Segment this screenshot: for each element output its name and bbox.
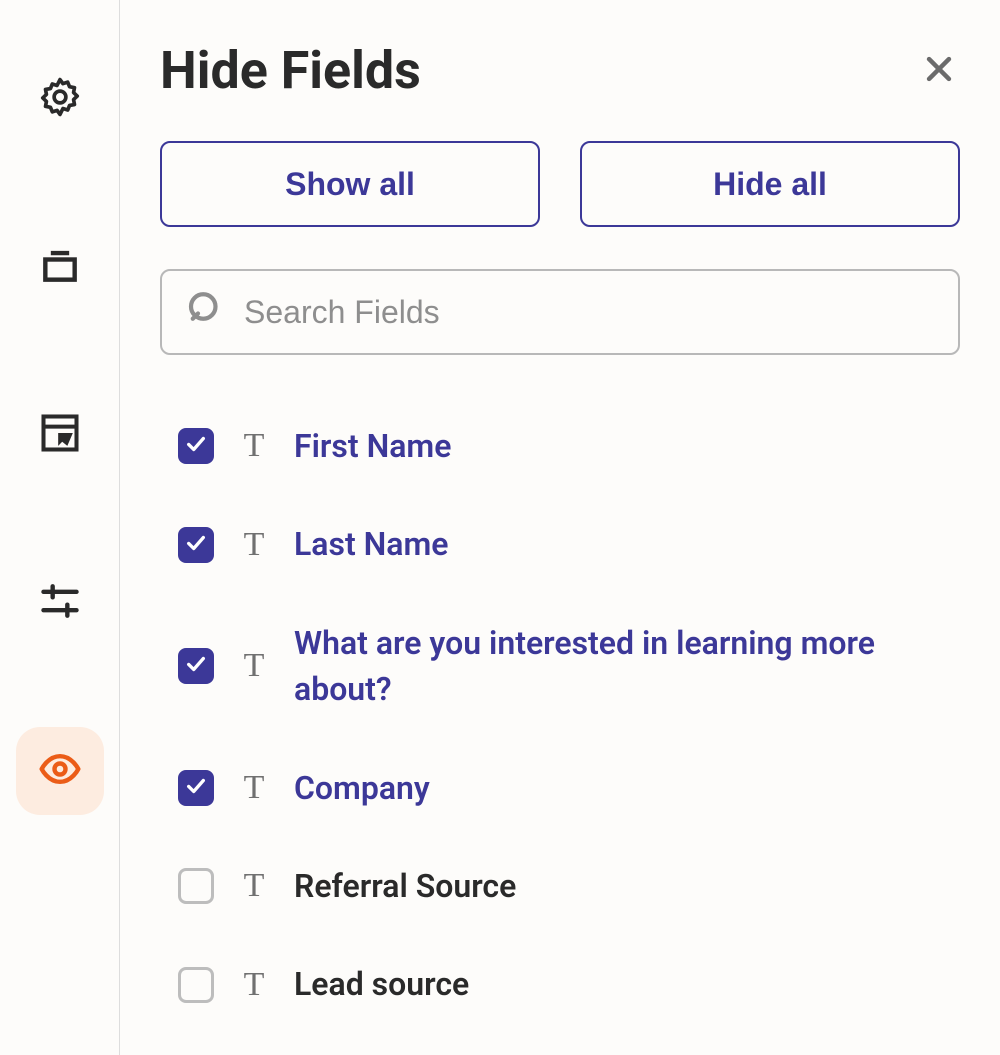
sidebar	[0, 0, 120, 1055]
field-item[interactable]: T Referral Source	[178, 837, 936, 935]
panel-header: Hide Fields	[160, 40, 960, 101]
check-icon	[185, 532, 207, 558]
search-icon	[184, 289, 226, 335]
field-list: T First Name T Last Name T What are you inter…	[160, 397, 936, 1055]
sidebar-item-panel[interactable]	[16, 391, 104, 479]
text-type-icon: T	[238, 968, 270, 1002]
field-label: Company	[294, 765, 430, 811]
sidebar-item-visibility[interactable]	[16, 727, 104, 815]
text-type-icon: T	[238, 528, 270, 562]
field-checkbox[interactable]	[178, 967, 214, 1003]
text-type-icon: T	[238, 649, 270, 683]
layers-icon	[38, 243, 82, 291]
text-type-icon: T	[238, 869, 270, 903]
show-all-button[interactable]: Show all	[160, 141, 540, 227]
field-label: Last Name	[294, 521, 448, 567]
field-item[interactable]: T Company	[178, 739, 936, 837]
field-item[interactable]: T What are you interested in learning mor…	[178, 594, 936, 739]
field-item[interactable]: 1Urgency	[178, 1034, 936, 1055]
main-panel: Hide Fields Show all Hide all T First Nam…	[120, 0, 1000, 1055]
sidebar-item-settings[interactable]	[16, 55, 104, 143]
check-icon	[185, 653, 207, 679]
eye-icon	[38, 747, 82, 795]
field-label: What are you interested in learning more…	[294, 620, 936, 713]
close-button[interactable]	[918, 48, 960, 94]
field-list-scroll[interactable]: T First Name T Last Name T What are you inter…	[160, 397, 960, 1055]
panel-cursor-icon	[38, 411, 82, 459]
text-type-icon: T	[238, 429, 270, 463]
check-icon	[185, 775, 207, 801]
text-type-icon: T	[238, 771, 270, 805]
field-item[interactable]: T First Name	[178, 397, 936, 495]
button-row: Show all Hide all	[160, 141, 960, 227]
field-label: Lead source	[294, 961, 469, 1007]
field-checkbox[interactable]	[178, 868, 214, 904]
field-item[interactable]: T Lead source	[178, 935, 936, 1033]
field-label: Referral Source	[294, 863, 516, 909]
search-field[interactable]	[160, 269, 960, 355]
sidebar-item-layers[interactable]	[16, 223, 104, 311]
close-icon	[922, 71, 956, 90]
sliders-icon	[38, 579, 82, 627]
field-checkbox[interactable]	[178, 527, 214, 563]
gear-icon	[38, 75, 82, 123]
field-checkbox[interactable]	[178, 770, 214, 806]
field-checkbox[interactable]	[178, 428, 214, 464]
field-label: First Name	[294, 423, 451, 469]
field-item[interactable]: T Last Name	[178, 495, 936, 593]
search-input[interactable]	[244, 294, 936, 331]
field-checkbox[interactable]	[178, 648, 214, 684]
panel-title: Hide Fields	[160, 40, 421, 101]
sidebar-item-sliders[interactable]	[16, 559, 104, 647]
check-icon	[185, 433, 207, 459]
hide-all-button[interactable]: Hide all	[580, 141, 960, 227]
